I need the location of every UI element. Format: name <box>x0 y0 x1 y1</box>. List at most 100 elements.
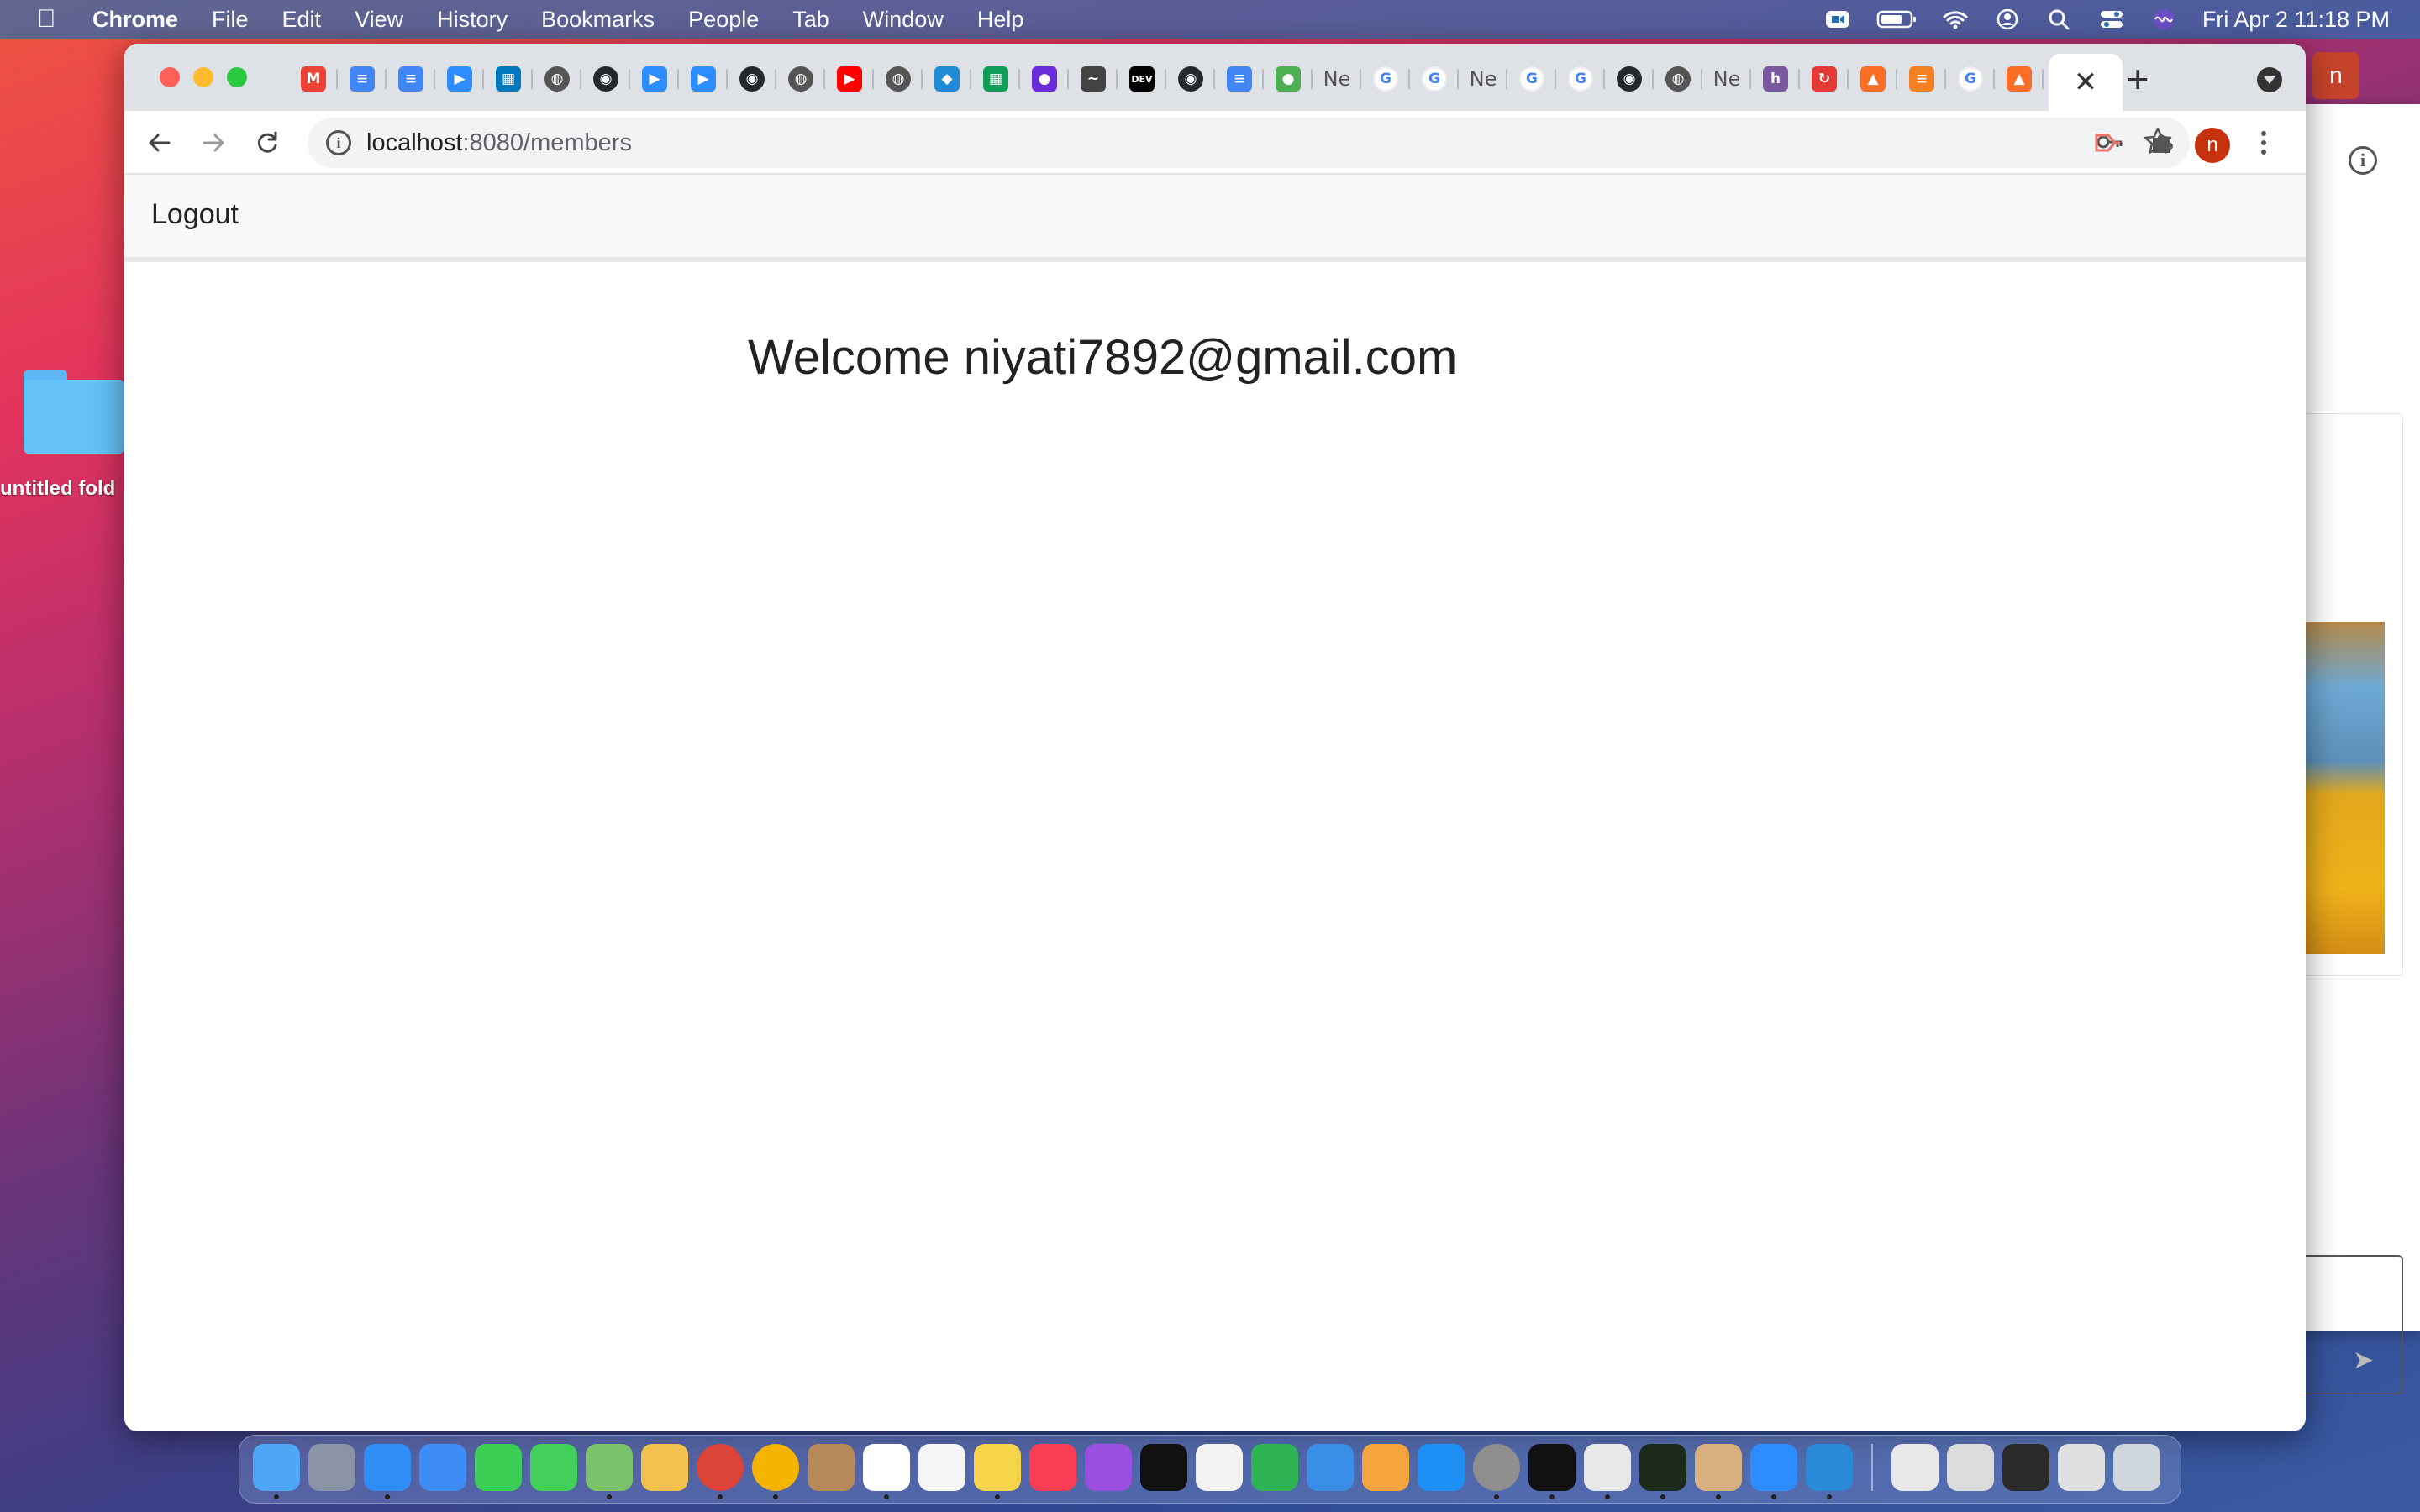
browser-tab[interactable]: ~ <box>1069 59 1118 99</box>
browser-tab[interactable]: ▦ <box>484 59 533 99</box>
profile-avatar[interactable]: n <box>2195 128 2230 163</box>
browser-tab[interactable]: Ne <box>1702 59 1751 99</box>
finder-icon[interactable] <box>253 1444 300 1499</box>
podcasts-icon[interactable] <box>1085 1444 1132 1491</box>
browser-tab[interactable]: ▶ <box>435 59 484 99</box>
chrome-icon[interactable] <box>697 1444 744 1499</box>
browser-tab[interactable]: G <box>1361 59 1410 99</box>
browser-tab[interactable]: ◆ <box>923 59 971 99</box>
terminal-icon[interactable] <box>1528 1444 1576 1499</box>
recent-window-thumbnail[interactable] <box>1891 1444 1939 1491</box>
browser-tab[interactable]: ◉ <box>1605 59 1654 99</box>
launchpad-icon[interactable] <box>308 1444 355 1491</box>
close-tab-icon[interactable]: ✕ <box>2074 66 2098 99</box>
menu-file[interactable]: File <box>212 7 249 33</box>
maps-icon[interactable] <box>586 1444 633 1499</box>
browser-tab[interactable]: ◉ <box>728 59 776 99</box>
zoom-app-icon[interactable] <box>1750 1444 1797 1499</box>
safari-icon[interactable] <box>364 1444 411 1499</box>
send-icon[interactable]: ➤ <box>2353 1346 2374 1375</box>
window-close-button[interactable] <box>160 67 180 87</box>
new-tab-button[interactable]: + <box>2114 55 2161 102</box>
browser-tab[interactable]: Ne <box>1313 59 1361 99</box>
reload-button[interactable] <box>247 123 287 163</box>
browser-tab[interactable]: ● <box>1264 59 1313 99</box>
desktop-folder-label[interactable]: untitled fold <box>0 477 126 501</box>
recent-window-thumbnail[interactable] <box>2002 1444 2049 1491</box>
slack-icon[interactable] <box>1584 1444 1631 1499</box>
wifi-icon[interactable] <box>1942 8 1969 31</box>
menu-view[interactable]: View <box>355 7 403 33</box>
browser-tab[interactable]: ≡ <box>1897 59 1946 99</box>
menu-people[interactable]: People <box>688 7 759 33</box>
back-button[interactable] <box>139 123 180 163</box>
trash-icon[interactable] <box>2113 1444 2160 1491</box>
tab-search-icon[interactable] <box>2257 67 2282 92</box>
forward-button[interactable] <box>193 123 234 163</box>
browser-tab[interactable]: G <box>1410 59 1459 99</box>
notes-icon[interactable] <box>974 1444 1021 1499</box>
menu-history[interactable]: History <box>437 7 508 33</box>
numbers-icon[interactable] <box>1251 1444 1298 1491</box>
menu-help[interactable]: Help <box>977 7 1024 33</box>
recent-window-thumbnail[interactable] <box>1947 1444 1994 1491</box>
browser-tab[interactable]: ◉ <box>1166 59 1215 99</box>
browser-tab[interactable]: ▶ <box>679 59 728 99</box>
messages-icon[interactable] <box>530 1444 577 1491</box>
desktop-folder-icon[interactable] <box>24 370 124 454</box>
address-bar[interactable]: i localhost:8080/members <box>308 118 2190 168</box>
contacts-icon[interactable] <box>808 1444 855 1491</box>
browser-tab[interactable]: ▲ <box>1995 59 2044 99</box>
tv-icon[interactable] <box>1140 1444 1187 1491</box>
chrome-icon[interactable] <box>752 1444 799 1499</box>
facetime-icon[interactable] <box>475 1444 522 1491</box>
user-account-icon[interactable] <box>1994 8 2021 31</box>
news-icon[interactable] <box>1196 1444 1243 1491</box>
active-tab[interactable]: ✕ <box>2049 54 2123 111</box>
browser-tab[interactable]: ≡ <box>338 59 387 99</box>
browser-tab[interactable]: Ne <box>1459 59 1507 99</box>
apple-menu-icon[interactable]:  <box>37 7 59 32</box>
calendar-icon[interactable] <box>863 1444 910 1499</box>
recent-window-thumbnail[interactable] <box>2058 1444 2105 1491</box>
paint-icon[interactable] <box>1695 1444 1742 1499</box>
background-window-avatar[interactable]: n <box>2312 52 2360 99</box>
site-info-icon[interactable]: i <box>326 130 351 155</box>
browser-tab[interactable]: ▶ <box>630 59 679 99</box>
menu-tab[interactable]: Tab <box>792 7 829 33</box>
browser-tab[interactable]: ▦ <box>971 59 1020 99</box>
browser-tab[interactable]: ≡ <box>387 59 435 99</box>
battery-icon[interactable] <box>1876 8 1917 31</box>
zoom-status-icon[interactable] <box>1824 8 1851 31</box>
browser-tab[interactable]: ◍ <box>1654 59 1702 99</box>
chrome-menu-button[interactable] <box>2254 123 2274 163</box>
vscode-icon[interactable] <box>1806 1444 1853 1499</box>
siri-icon[interactable] <box>2150 8 2177 31</box>
window-minimize-button[interactable] <box>193 67 213 87</box>
window-zoom-button[interactable] <box>227 67 247 87</box>
browser-tab[interactable]: ◍ <box>776 59 825 99</box>
browser-tab[interactable]: ↻ <box>1800 59 1849 99</box>
browser-tab[interactable]: G <box>1507 59 1556 99</box>
control-center-icon[interactable] <box>2098 8 2125 31</box>
browser-tab[interactable]: M <box>289 59 338 99</box>
pages-icon[interactable] <box>1362 1444 1409 1491</box>
menu-edit[interactable]: Edit <box>282 7 322 33</box>
browser-tab[interactable]: ◍ <box>533 59 581 99</box>
cast-extension-icon[interactable] <box>2087 123 2128 163</box>
music-icon[interactable] <box>1029 1444 1076 1491</box>
activity-monitor-icon[interactable] <box>1639 1444 1686 1499</box>
browser-tab[interactable]: ◉ <box>581 59 630 99</box>
browser-tab[interactable]: G <box>1946 59 1995 99</box>
extensions-button[interactable] <box>2141 123 2181 163</box>
browser-tab[interactable]: ● <box>1020 59 1069 99</box>
keynote-icon[interactable] <box>1307 1444 1354 1491</box>
logout-link[interactable]: Logout <box>151 198 239 231</box>
browser-tab[interactable]: ▲ <box>1849 59 1897 99</box>
menu-window[interactable]: Window <box>863 7 944 33</box>
photos-icon[interactable] <box>641 1444 688 1491</box>
spotlight-search-icon[interactable] <box>2046 8 2073 31</box>
url-text[interactable]: localhost:8080/members <box>366 129 632 157</box>
menu-bookmarks[interactable]: Bookmarks <box>541 7 655 33</box>
menubar-clock[interactable]: Fri Apr 2 11:18 PM <box>2202 7 2390 33</box>
